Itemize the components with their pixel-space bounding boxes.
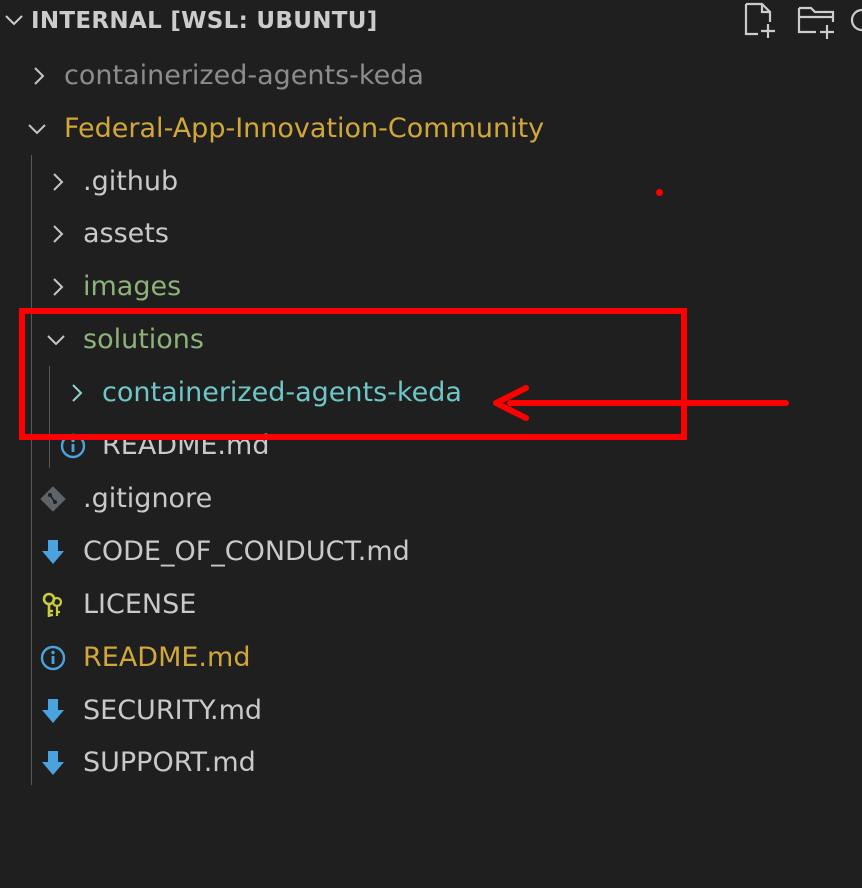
- tree-item-file[interactable]: SUPPORT.md: [0, 738, 862, 788]
- tree-item-file[interactable]: README.md: [0, 421, 862, 471]
- tree-item-folder[interactable]: assets: [0, 209, 862, 259]
- tree-item-label: CODE_OF_CONDUCT.md: [83, 536, 410, 567]
- file-explorer: INTERNAL [WSL: UBUNTU] containerized-age…: [0, 0, 862, 888]
- tree-item-folder[interactable]: Federal-App-Innovation-Community: [0, 104, 862, 154]
- tree-item-file[interactable]: LICENSE: [0, 580, 862, 630]
- chevron-down-icon[interactable]: [42, 326, 70, 354]
- tree-item-label: images: [83, 271, 182, 302]
- download-arrow-icon: [39, 697, 67, 725]
- annotation-dot: [656, 189, 663, 196]
- git-icon: [39, 485, 67, 513]
- tree-item-label: solutions: [83, 324, 204, 355]
- tree-item-label: containerized-agents-keda: [102, 377, 462, 408]
- tree-item-label: README.md: [102, 430, 270, 461]
- tree-item-file[interactable]: SECURITY.md: [0, 686, 862, 736]
- tree-item-label: containerized-agents-keda: [64, 60, 424, 91]
- tree-item-label: SECURITY.md: [83, 695, 263, 726]
- info-icon: [39, 644, 67, 672]
- tree-item-label: SUPPORT.md: [83, 747, 256, 778]
- download-arrow-icon: [39, 749, 67, 777]
- tree-item-file[interactable]: README.md: [0, 633, 862, 683]
- tree-item-folder[interactable]: containerized-agents-keda: [0, 368, 862, 418]
- info-icon: [59, 432, 87, 460]
- file-tree: containerized-agents-keda Federal-App-In…: [0, 0, 862, 888]
- tree-item-folder[interactable]: images: [0, 262, 862, 312]
- tree-item-label: .github: [83, 166, 179, 197]
- tree-item-label: assets: [83, 218, 169, 249]
- chevron-right-icon[interactable]: [44, 273, 72, 301]
- chevron-right-icon[interactable]: [44, 168, 72, 196]
- tree-item-label: README.md: [83, 642, 251, 673]
- chevron-right-icon[interactable]: [25, 62, 53, 90]
- tree-item-file[interactable]: .gitignore: [0, 474, 862, 524]
- chevron-down-icon[interactable]: [23, 115, 51, 143]
- tree-item-label: LICENSE: [83, 589, 197, 620]
- tree-item-folder[interactable]: .github: [0, 157, 862, 207]
- chevron-right-icon[interactable]: [44, 220, 72, 248]
- chevron-right-icon[interactable]: [63, 379, 91, 407]
- tree-item-label: Federal-App-Innovation-Community: [64, 113, 545, 144]
- key-icon: [39, 591, 67, 619]
- tree-item-file[interactable]: CODE_OF_CONDUCT.md: [0, 527, 862, 577]
- tree-item-folder[interactable]: solutions: [0, 315, 862, 365]
- tree-item-label: .gitignore: [83, 483, 213, 514]
- tree-item-folder[interactable]: containerized-agents-keda: [0, 51, 862, 101]
- download-arrow-icon: [39, 538, 67, 566]
